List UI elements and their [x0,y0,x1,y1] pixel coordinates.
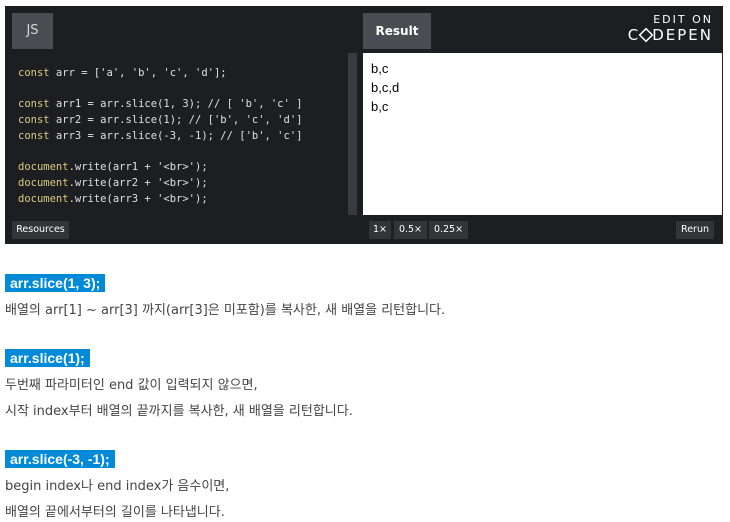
result-pane: b,c b,c,d b,c [363,53,722,215]
section-heading: arr.slice(1, 3); [5,274,106,292]
section-text: 시작 index부터 배열의 끝까지를 복사한, 새 배열을 리턴합니다. [5,404,353,419]
result-line: b,c,d [371,80,400,95]
code-line: const arr = ['a', 'b', 'c', 'd']; [18,67,227,79]
codepen-logo[interactable]: C DEPEN [628,26,713,44]
code-line: document.write(arr2 + '<br>'); [18,177,208,189]
code-scrollbar[interactable] [348,53,357,215]
section-heading: arr.slice(-3, -1); [5,450,115,468]
codepen-embed: JS Result EDIT ON C DEPEN const arr = ['a… [5,6,723,244]
code-line: const arr3 = arr.slice(-3, -1); // ['b',… [18,130,303,142]
rerun-button[interactable]: Rerun [676,221,714,239]
tab-result[interactable]: Result [363,13,431,49]
code-line: const arr1 = arr.slice(1, 3); // [ 'b', … [18,98,303,110]
section-text: begin index나 end index가 음수이면, [5,479,230,494]
result-line: b,c [371,61,389,76]
code-line: document.write(arr3 + '<br>'); [18,193,208,205]
section-heading: arr.slice(1); [5,349,90,367]
code-line: const arr2 = arr.slice(1); // ['b', 'c',… [18,114,303,126]
section-text: 배열의 끝에서부터의 길이를 나타냅니다. [5,505,225,520]
code-editor[interactable]: const arr = ['a', 'b', 'c', 'd']; const … [12,53,357,215]
edit-on-label[interactable]: EDIT ON [653,13,713,26]
code-line: document.write(arr1 + '<br>'); [18,161,208,173]
zoom-025x-button[interactable]: 0.25× [429,221,468,239]
section-text: 두번째 파라미터인 end 값이 입력되지 않으면, [5,378,258,393]
resources-button[interactable]: Resources [12,221,69,239]
zoom-05x-button[interactable]: 0.5× [394,221,427,239]
tab-js[interactable]: JS [12,13,53,49]
section-text: 배열의 arr[1] ~ arr[3] 까지(arr[3]은 미포함)를 복사한… [5,303,446,318]
result-line: b,c [371,99,389,114]
zoom-1x-button[interactable]: 1× [369,221,391,239]
brand-right: DEPEN [652,26,713,44]
